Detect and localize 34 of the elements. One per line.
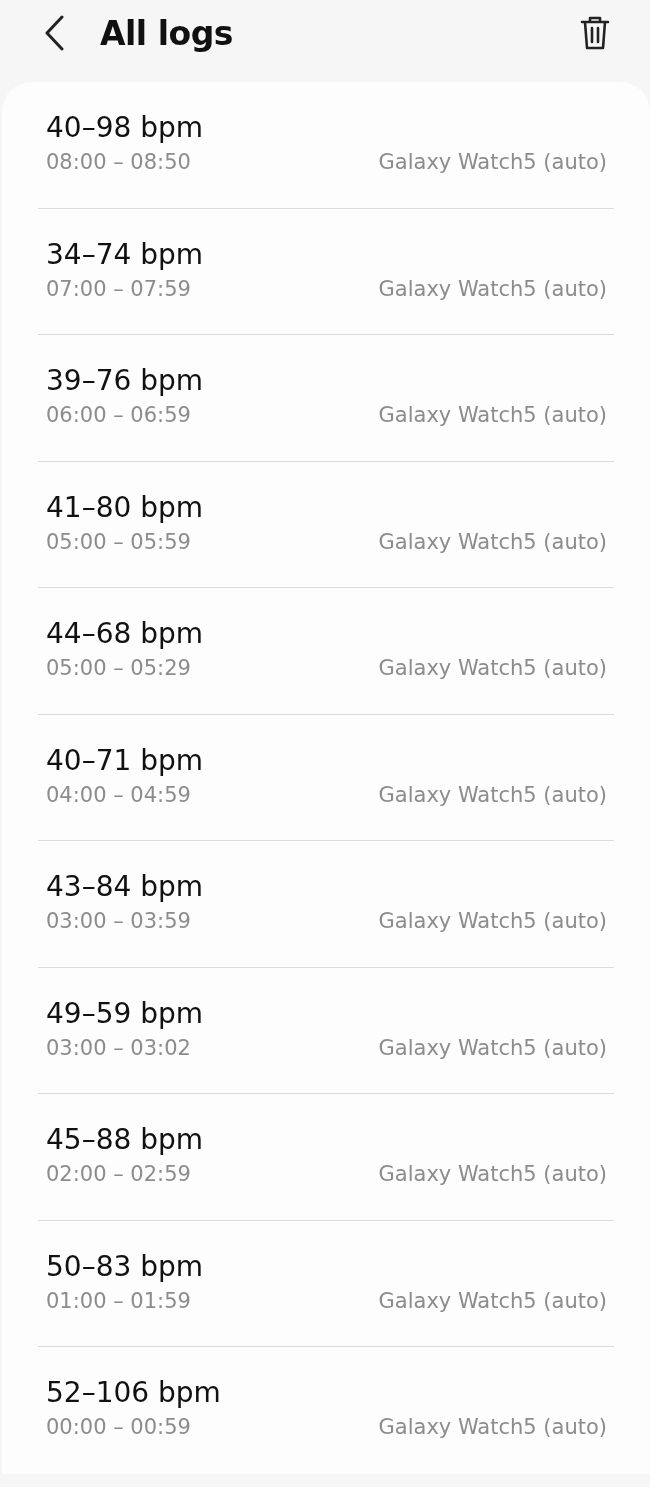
- bpm-range: 40–98 bpm: [46, 110, 204, 146]
- time-range: 04:00 – 04:59: [46, 781, 191, 809]
- time-range: 06:00 – 06:59: [46, 402, 191, 429]
- device-source: Galaxy Watch5 (auto): [378, 908, 607, 935]
- device-source: Galaxy Watch5 (auto): [378, 655, 607, 682]
- time-range: 05:00 – 05:59: [46, 528, 191, 556]
- bpm-range: 39–76 bpm: [46, 363, 204, 399]
- bpm-range: 50–83 bpm: [46, 1248, 204, 1285]
- time-range: 02:00 – 02:59: [46, 1161, 191, 1188]
- time-range: 08:00 – 08:50: [46, 149, 191, 176]
- time-range: 00:00 – 00:59: [46, 1414, 191, 1441]
- bpm-range: 34–74 bpm: [46, 236, 204, 273]
- device-source: Galaxy Watch5 (auto): [378, 528, 607, 556]
- bpm-range: 45–88 bpm: [46, 1122, 204, 1158]
- bpm-range: 44–68 bpm: [46, 616, 204, 652]
- bpm-range: 40–71 bpm: [46, 742, 204, 779]
- device-source: Galaxy Watch5 (auto): [378, 781, 607, 809]
- bpm-range: 49–59 bpm: [46, 995, 204, 1032]
- device-source: Galaxy Watch5 (auto): [378, 402, 607, 429]
- time-range: 01:00 – 01:59: [46, 1287, 191, 1315]
- bpm-range: 43–84 bpm: [46, 869, 204, 905]
- time-range: 05:00 – 05:29: [46, 655, 191, 682]
- page-title: All logs: [100, 13, 234, 53]
- device-source: Galaxy Watch5 (auto): [378, 1287, 607, 1315]
- time-range: 03:00 – 03:02: [46, 1034, 191, 1062]
- bpm-range: 41–80 bpm: [46, 489, 204, 526]
- time-range: 07:00 – 07:59: [46, 275, 191, 303]
- device-source: Galaxy Watch5 (auto): [378, 275, 607, 303]
- device-source: Galaxy Watch5 (auto): [378, 1161, 607, 1188]
- device-source: Galaxy Watch5 (auto): [378, 1034, 607, 1062]
- device-source: Galaxy Watch5 (auto): [378, 1414, 607, 1441]
- time-range: 03:00 – 03:59: [46, 908, 191, 935]
- bpm-range: 52–106 bpm: [46, 1375, 222, 1411]
- device-source: Galaxy Watch5 (auto): [378, 149, 607, 176]
